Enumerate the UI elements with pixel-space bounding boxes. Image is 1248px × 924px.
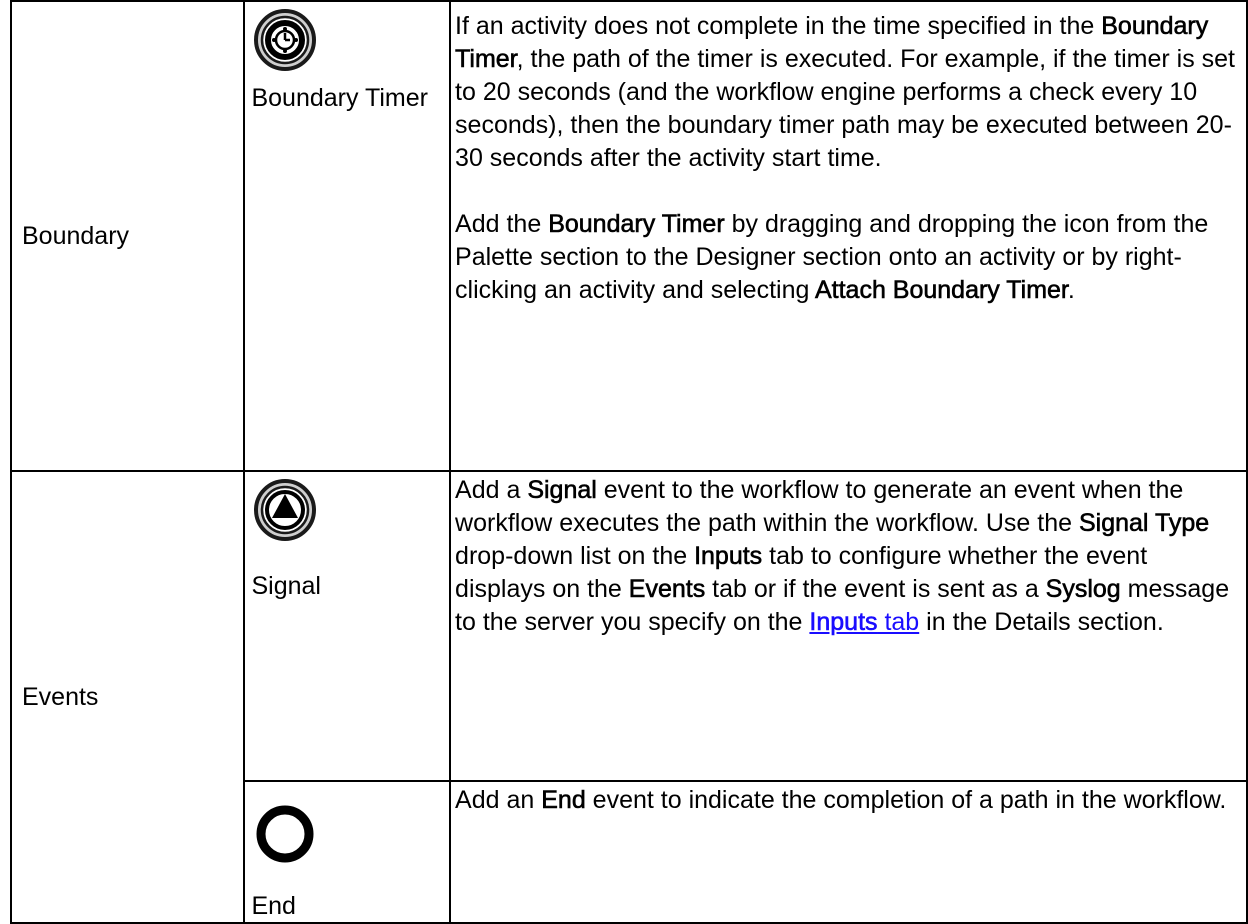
table-row-signal: Events Signal Add a Signal event to the … (9, 470, 1248, 924)
text: Add an (455, 786, 542, 814)
link-bold-text: Inputs (809, 608, 878, 637)
text: Add the (455, 210, 549, 238)
link-text: tab (877, 608, 920, 636)
category-label: Boundary (22, 221, 130, 250)
text: tab or if the event is sent as a (705, 575, 1046, 603)
text: . (1067, 276, 1075, 304)
description-paragraph: Add a Signal event to the workflow to ge… (455, 474, 1242, 639)
description-paragraph: Add an End event to indicate the complet… (455, 784, 1242, 817)
signal-icon (254, 479, 317, 541)
icon-label: End (251, 892, 296, 920)
icon-label: Boundary Timer (251, 84, 428, 112)
text: If an activity does not complete in the … (455, 12, 1102, 40)
table-row-boundary: Boundary Boundary Timer If an activity d… (9, 0, 1248, 472)
bold-term: Events (628, 575, 706, 604)
description-paragraph: Add the Boundary Timer by dragging and d… (455, 208, 1242, 307)
text: event to indicate the completion of a pa… (585, 786, 1227, 814)
category-cell: Boundary (9, 0, 246, 472)
category-label: Events (22, 682, 99, 711)
icon-label: Signal (251, 572, 321, 600)
boundary-timer-icon (254, 9, 317, 71)
bold-term: Signal (527, 476, 597, 505)
bold-term: Attach Boundary Timer (814, 276, 1069, 305)
bold-term: Signal Type (1078, 509, 1210, 538)
description-cell: Add a Signal event to the workflow to ge… (449, 470, 1248, 782)
bold-term: Syslog (1045, 575, 1121, 604)
icon-cell: Boundary Timer (243, 0, 452, 472)
category-cell: Events (9, 470, 246, 924)
icon-cell: Signal (243, 470, 452, 782)
text: Add a (455, 476, 528, 504)
bold-term: Inputs (694, 542, 763, 571)
description-cell: If an activity does not complete in the … (449, 0, 1248, 472)
description-cell: Add an End event to indicate the complet… (449, 780, 1248, 924)
description-paragraph: If an activity does not complete in the … (455, 10, 1242, 175)
bold-term: Boundary Timer (548, 210, 725, 239)
end-circle-icon (256, 805, 314, 863)
bold-term: End (541, 786, 586, 815)
text: drop-down list on the (455, 542, 695, 570)
inputs-tab-link[interactable]: Inputs tab (809, 608, 920, 637)
text: , the path of the timer is executed. For… (455, 45, 1235, 172)
text: in the Details section. (919, 608, 1164, 636)
events-table: Boundary Boundary Timer If an activity d… (9, 0, 1248, 924)
icon-cell: End (243, 780, 452, 924)
